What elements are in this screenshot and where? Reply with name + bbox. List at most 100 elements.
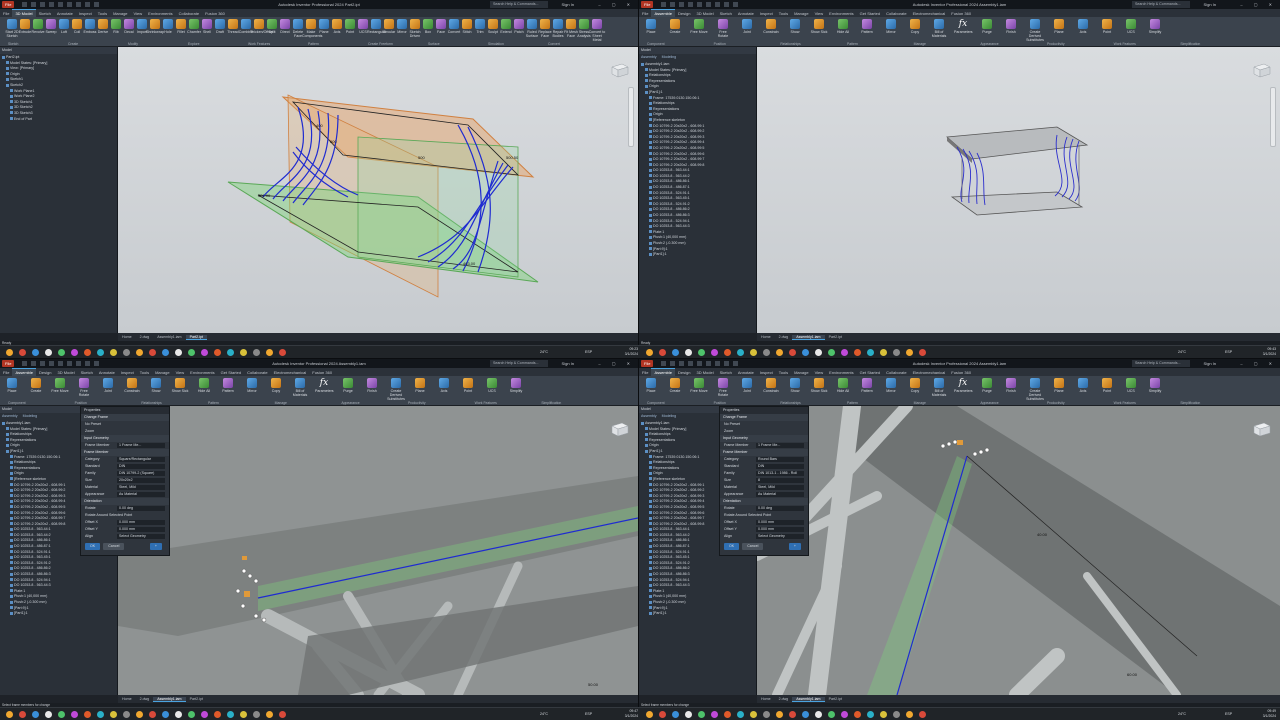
- taskbar-app-icon[interactable]: [893, 349, 900, 356]
- taskbar-app-icon[interactable]: [750, 711, 757, 718]
- taskbar-app-icon[interactable]: [123, 711, 130, 718]
- material-select-value[interactable]: Steel, Mild: [117, 485, 165, 490]
- hide-all-button[interactable]: Hide All: [195, 378, 213, 393]
- offset-y-input[interactable]: Offset Y 0.000 mm: [81, 526, 169, 533]
- taskbar-app-icon[interactable]: [919, 349, 926, 356]
- standard-select-value[interactable]: DIN: [117, 464, 165, 469]
- navigation-bar[interactable]: [628, 87, 634, 147]
- rotate-input[interactable]: Rotate 0.00 deg: [720, 505, 808, 512]
- appearance-select-value[interactable]: As Material: [117, 492, 165, 497]
- frame-top[interactable]: [946, 126, 1089, 160]
- offset-x-input-value[interactable]: 0.000 mm: [756, 520, 804, 525]
- start-icon[interactable]: [6, 349, 13, 356]
- offset-x-input-value[interactable]: 0.000 mm: [117, 520, 165, 525]
- doc-tab-2-dwg[interactable]: 2.dwg: [775, 697, 793, 701]
- bill-of-materials-button[interactable]: Bill of Materials: [291, 378, 309, 397]
- graphics-viewport[interactable]: 400 600 500.50 500 566.00 463.00: [118, 47, 638, 333]
- section-orientation[interactable]: Orientation: [720, 498, 808, 505]
- language-indicator[interactable]: ESP: [585, 350, 592, 354]
- place-button[interactable]: Place: [642, 378, 660, 393]
- taskbar-app-icon[interactable]: [110, 349, 117, 356]
- create-derived-substitutes-button[interactable]: Create Derived Substitutes: [387, 378, 405, 401]
- create-button[interactable]: Create: [666, 378, 684, 393]
- material-select[interactable]: Material Steel, Mild: [81, 484, 169, 491]
- plane-button[interactable]: Plane: [411, 378, 429, 393]
- axis-button[interactable]: Axis: [1074, 378, 1092, 393]
- taskbar-app-icon[interactable]: [776, 711, 783, 718]
- taskbar-app-icon[interactable]: [828, 349, 835, 356]
- doc-tab-part2-ipt[interactable]: Part2.ipt: [186, 697, 207, 701]
- taskbar-app-icon[interactable]: [227, 711, 234, 718]
- taskbar-app-icon[interactable]: [214, 711, 221, 718]
- taskbar-app-icon[interactable]: [97, 349, 104, 356]
- taskbar-app-icon[interactable]: [672, 711, 679, 718]
- purge-button[interactable]: Purge: [978, 19, 996, 34]
- language-indicator[interactable]: ESP: [1225, 712, 1232, 716]
- family-select-value[interactable]: DIN 1013-1 - 1986 - Roll: [756, 471, 804, 476]
- tab-assembly[interactable]: Assembly: [641, 414, 657, 418]
- rotate-input-value[interactable]: 0.00 deg: [756, 506, 804, 511]
- doc-tab-assembly1-iam[interactable]: Assembly1.iam: [153, 697, 186, 702]
- joint-button[interactable]: Joint: [738, 378, 756, 393]
- frame-member-field-value[interactable]: 1 Frame Me...: [117, 443, 165, 448]
- taskbar-app-icon[interactable]: [789, 349, 796, 356]
- tree-item[interactable]: [Part1]:1: [641, 252, 756, 258]
- language-indicator[interactable]: ESP: [585, 712, 592, 716]
- align-select-value[interactable]: Select Geometry: [117, 534, 165, 539]
- rotate-input-value[interactable]: 0.00 deg: [117, 506, 165, 511]
- taskbar-app-icon[interactable]: [919, 711, 926, 718]
- offset-y-input-value[interactable]: 0.000 mm: [117, 527, 165, 532]
- taskbar-app-icon[interactable]: [685, 349, 692, 356]
- align-select-value[interactable]: Select Geometry: [756, 534, 804, 539]
- taskbar-app-icon[interactable]: [880, 349, 887, 356]
- language-indicator[interactable]: ESP: [1225, 350, 1232, 354]
- taskbar-app-icon[interactable]: [279, 711, 286, 718]
- taskbar-app-icon[interactable]: [188, 711, 195, 718]
- taskbar-app-icon[interactable]: [698, 349, 705, 356]
- ucs-button[interactable]: UCS: [483, 378, 501, 393]
- viewcube-icon[interactable]: [608, 61, 630, 79]
- section-orientation[interactable]: Orientation: [81, 498, 169, 505]
- bill-of-materials-button[interactable]: Bill of Materials: [930, 19, 948, 38]
- section-frame-member[interactable]: Frame Member: [81, 449, 169, 456]
- finish-button[interactable]: Finish: [363, 378, 381, 393]
- taskbar-app-icon[interactable]: [149, 711, 156, 718]
- taskbar-app-icon[interactable]: [136, 711, 143, 718]
- graphics-viewport[interactable]: [757, 47, 1280, 333]
- mirror-button[interactable]: Mirror: [243, 378, 261, 393]
- size-select[interactable]: Size 20x20x2: [81, 477, 169, 484]
- doc-tab-2-dwg[interactable]: 2.dwg: [136, 335, 154, 339]
- create-button[interactable]: Create: [666, 19, 684, 34]
- taskbar-app-icon[interactable]: [123, 349, 130, 356]
- axis-button[interactable]: Axis: [435, 378, 453, 393]
- constrain-button[interactable]: Constrain: [123, 378, 141, 393]
- taskbar-app-icon[interactable]: [266, 711, 273, 718]
- ok-button[interactable]: OK: [85, 543, 101, 550]
- doc-tab-assembly1-iam[interactable]: Assembly1.iam: [153, 335, 185, 339]
- constrain-button[interactable]: Constrain: [762, 19, 780, 34]
- axis-button[interactable]: Axis: [1074, 19, 1092, 34]
- align-select[interactable]: Align Select Geometry: [81, 533, 169, 540]
- node-marker[interactable]: [244, 591, 250, 597]
- search-input[interactable]: Search Help & Commands...: [490, 1, 548, 8]
- taskbar-app-icon[interactable]: [201, 711, 208, 718]
- taskbar-app-icon[interactable]: [84, 349, 91, 356]
- parameters-button[interactable]: fx Parameters: [954, 19, 973, 34]
- taskbar-app-icon[interactable]: [136, 349, 143, 356]
- search-input[interactable]: Search Help & Commands...: [490, 360, 548, 367]
- taskbar-app-icon[interactable]: [58, 711, 65, 718]
- ucs-button[interactable]: UCS: [1122, 378, 1140, 393]
- tab-modeling[interactable]: Modeling: [662, 55, 677, 59]
- tree-item[interactable]: [Part1]:1: [2, 611, 117, 617]
- joint-button[interactable]: Joint: [99, 378, 117, 393]
- place-button[interactable]: Place: [3, 378, 21, 393]
- tree-item[interactable]: End of Part: [2, 117, 117, 123]
- frame-member-field-value[interactable]: 1 Frame Me...: [756, 443, 804, 448]
- taskbar-app-icon[interactable]: [201, 349, 208, 356]
- create-derived-substitutes-button[interactable]: Create Derived Substitutes: [1026, 19, 1044, 42]
- sign-in-link[interactable]: Sign In: [562, 0, 574, 9]
- show-button[interactable]: Show: [786, 378, 804, 393]
- window-controls[interactable]: – ▢ ✕: [1240, 0, 1277, 9]
- finish-button[interactable]: Finish: [1002, 378, 1020, 393]
- convert-to-sheet-metal-button[interactable]: Convert to Sheet Metal: [588, 19, 606, 42]
